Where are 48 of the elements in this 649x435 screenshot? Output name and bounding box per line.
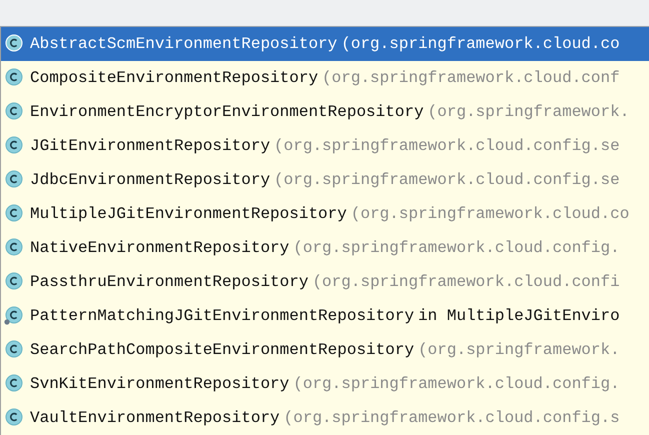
class-list-item[interactable]: NativeEnvironmentRepository (org.springframework.cloud.config.	[1, 231, 649, 265]
class-icon	[4, 238, 24, 258]
inner-class-icon	[4, 306, 24, 326]
class-icon	[4, 204, 24, 224]
class-list-item[interactable]: EnvironmentEncryptorEnvironmentRepository (org.springframework.	[1, 95, 649, 129]
class-icon	[4, 340, 24, 360]
class-name: SvnKitEnvironmentRepository	[30, 375, 290, 393]
class-icon	[4, 102, 24, 122]
class-list-item[interactable]: JdbcEnvironmentRepository (org.springframework.cloud.config.se	[1, 163, 649, 197]
class-name: PatternMatchingJGitEnvironmentRepository	[30, 307, 414, 325]
class-name: SearchPathCompositeEnvironmentRepository	[30, 341, 414, 359]
class-list-item[interactable]: SearchPathCompositeEnvironmentRepository (org.springframework.	[1, 333, 649, 367]
class-icon	[4, 170, 24, 190]
class-list-item[interactable]: PatternMatchingJGitEnvironmentRepository in MultipleJGitEnviro	[1, 299, 649, 333]
class-name: VaultEnvironmentRepository	[30, 409, 280, 427]
class-list-item[interactable]: SvnKitEnvironmentRepository (org.springframework.cloud.config.	[1, 367, 649, 401]
class-icon	[4, 68, 24, 88]
class-icon	[4, 408, 24, 428]
class-list-item[interactable]: MultipleJGitEnvironmentRepository (org.springframework.cloud.co	[1, 197, 649, 231]
class-name: JGitEnvironmentRepository	[30, 137, 270, 155]
class-name: NativeEnvironmentRepository	[30, 239, 290, 257]
class-name: CompositeEnvironmentRepository	[30, 69, 318, 87]
class-location: (org.springframework.cloud.config.s	[284, 409, 620, 427]
class-name: PassthruEnvironmentRepository	[30, 273, 308, 291]
class-location: (org.springframework.	[428, 103, 630, 121]
class-location: (org.springframework.cloud.conf	[322, 69, 620, 87]
class-icon	[4, 136, 24, 156]
class-name: AbstractScmEnvironmentRepository	[30, 35, 338, 53]
class-location: (org.springframework.cloud.confi	[312, 273, 620, 291]
class-icon	[4, 34, 24, 54]
class-location: (org.springframework.	[418, 341, 620, 359]
class-location: in MultipleJGitEnviro	[418, 307, 620, 325]
class-list-item[interactable]: AbstractScmEnvironmentRepository (org.springframework.cloud.co	[1, 27, 649, 61]
class-location: (org.springframework.cloud.config.se	[274, 137, 620, 155]
class-location: (org.springframework.cloud.config.	[293, 239, 620, 257]
class-icon	[4, 272, 24, 292]
class-list-item[interactable]: JGitEnvironmentRepository (org.springframework.cloud.config.se	[1, 129, 649, 163]
class-location: (org.springframework.cloud.co	[341, 35, 620, 53]
class-name: MultipleJGitEnvironmentRepository	[30, 205, 347, 223]
class-icon	[4, 374, 24, 394]
class-name: JdbcEnvironmentRepository	[30, 171, 270, 189]
class-list-item[interactable]: VaultEnvironmentRepository (org.springframework.cloud.config.s	[1, 401, 649, 435]
class-list-item[interactable]: PassthruEnvironmentRepository (org.springframework.cloud.confi	[1, 265, 649, 299]
class-location: (org.springframework.cloud.co	[350, 205, 630, 223]
class-name: EnvironmentEncryptorEnvironmentRepository	[30, 103, 424, 121]
class-location: (org.springframework.cloud.config.	[293, 375, 620, 393]
class-location: (org.springframework.cloud.config.se	[274, 171, 620, 189]
class-list-item[interactable]: CompositeEnvironmentRepository (org.springframework.cloud.conf	[1, 61, 649, 95]
